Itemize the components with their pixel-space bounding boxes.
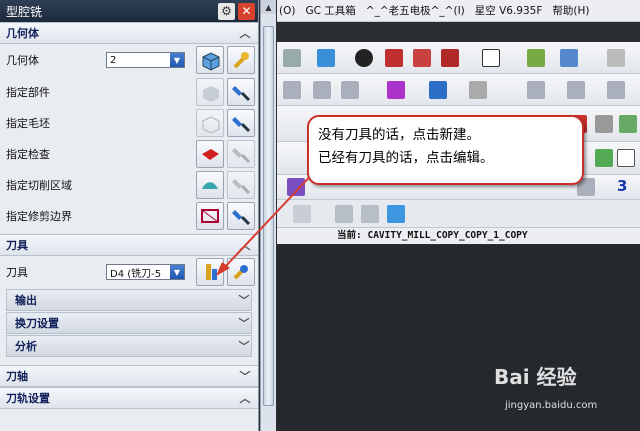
callout-line-2: 已经有刀具的话，点击编辑。 <box>318 150 494 166</box>
callout-line-1: 没有刀具的话，点击新建。 <box>318 127 480 143</box>
baidu-watermark: Bai 经验 <box>494 365 577 389</box>
baidu-watermark-url: jingyan.baidu.com <box>505 400 598 411</box>
annotation-callout: 没有刀具的话，点击新建。 已经有刀具的话，点击编辑。 <box>307 115 584 185</box>
